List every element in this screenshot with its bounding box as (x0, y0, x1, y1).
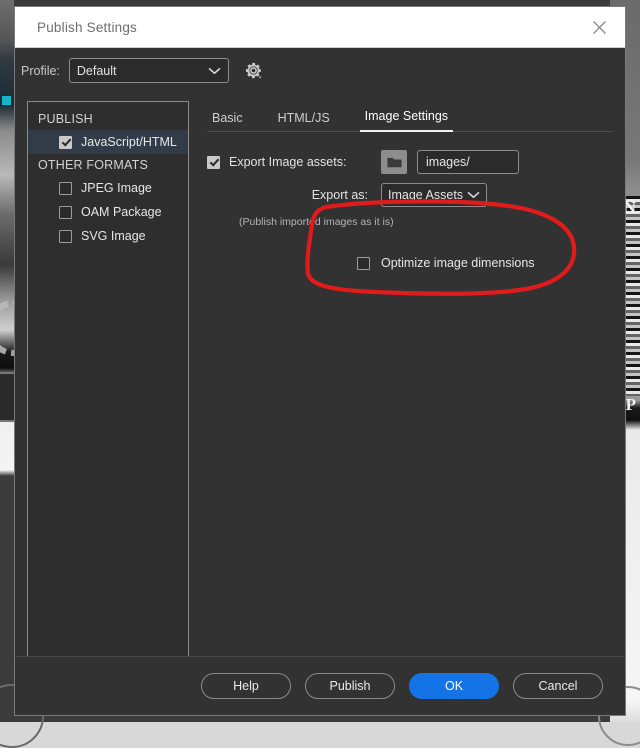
chevron-down-icon (467, 192, 480, 199)
export-as-row: Export as: Image Assets (207, 183, 613, 207)
sidebar-group-title-publish: PUBLISH (38, 112, 93, 126)
dialog-title: Publish Settings (37, 19, 138, 35)
chevron-down-icon (208, 67, 221, 74)
publish-button[interactable]: Publish (305, 673, 395, 699)
dialog-footer: Help Publish OK Cancel (15, 656, 625, 715)
folder-icon[interactable] (381, 150, 407, 174)
export-as-select[interactable]: Image Assets (381, 183, 487, 207)
export-path-input[interactable] (417, 150, 519, 174)
tabstrip: Basic HTML/JS Image Settings (207, 101, 613, 132)
optimize-image-dimensions-label: Optimize image dimensions (381, 256, 535, 270)
ok-button[interactable]: OK (409, 673, 499, 699)
sidebar-item-oam-package[interactable]: OAM Package (28, 200, 188, 224)
profile-label: Profile: (21, 63, 60, 78)
close-icon[interactable] (586, 14, 612, 40)
checkbox-oam-package[interactable] (59, 205, 72, 219)
gear-icon[interactable] (243, 60, 265, 82)
export-as-label: Export as: (311, 188, 368, 202)
background-left-panel (0, 0, 14, 722)
sidebar-item-javascript-html[interactable]: JavaScript/HTML (28, 130, 188, 154)
checkbox-svg-image[interactable] (59, 229, 72, 243)
profile-bar: Profile: Default (15, 48, 625, 93)
optimize-image-dimensions-row: Optimize image dimensions (207, 256, 613, 270)
sidebar-item-label: JavaScript/HTML (81, 135, 177, 149)
sidebar-item-svg-image[interactable]: SVG Image (28, 224, 188, 248)
dialog-body: PUBLISH JavaScript/HTML OTHER FORMATS JP… (15, 93, 625, 659)
formats-sidebar: PUBLISH JavaScript/HTML OTHER FORMATS JP… (27, 101, 189, 659)
export-image-assets-label: Export Image assets: (229, 155, 347, 169)
tab-basic[interactable]: Basic (207, 111, 248, 132)
help-button[interactable]: Help (201, 673, 291, 699)
publish-settings-dialog: Publish Settings Profile: Default PUBLIS… (14, 6, 626, 716)
dialog-titlebar: Publish Settings (15, 7, 625, 48)
background-letter-p: P (625, 395, 636, 414)
checkbox-optimize-image-dimensions[interactable] (357, 256, 370, 270)
settings-content: Basic HTML/JS Image Settings Export Imag… (189, 101, 613, 656)
checkbox-javascript-html[interactable] (59, 135, 72, 149)
import-hint-text: (Publish imported images as it is) (239, 216, 394, 228)
sidebar-item-label: JPEG Image (81, 181, 152, 195)
sidebar-group-title-other-formats: OTHER FORMATS (38, 158, 149, 172)
cancel-button[interactable]: Cancel (513, 673, 603, 699)
sidebar-item-jpeg-image[interactable]: JPEG Image (28, 176, 188, 200)
background-teal-swatch (2, 96, 11, 105)
sidebar-item-label: SVG Image (81, 229, 146, 243)
tab-html-js[interactable]: HTML/JS (273, 111, 335, 132)
profile-select-value: Default (76, 63, 117, 78)
tab-image-settings[interactable]: Image Settings (359, 109, 454, 132)
profile-select[interactable]: Default (68, 58, 229, 83)
export-as-value: Image Assets (388, 188, 464, 202)
export-image-assets-row: Export Image assets: (207, 150, 613, 174)
checkbox-jpeg-image[interactable] (59, 181, 72, 195)
checkbox-export-image-assets[interactable] (207, 155, 220, 169)
sidebar-item-label: OAM Package (81, 205, 162, 219)
